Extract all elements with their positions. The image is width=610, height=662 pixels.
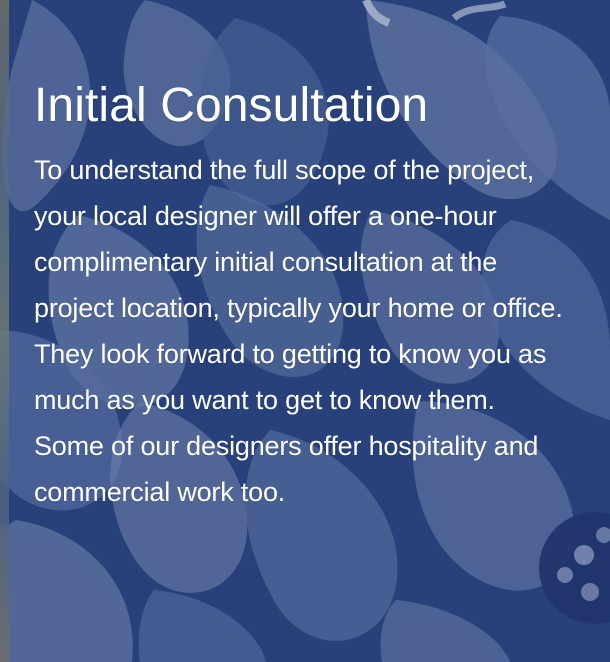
description-line: They look forward to getting to know you… — [34, 339, 547, 369]
description-line: much as you want to get to know them. — [34, 385, 495, 415]
section-description: To understand the full scope of the proj… — [34, 147, 594, 515]
description-line: commercial work too. — [34, 477, 286, 507]
section-title: Initial Consultation — [34, 79, 429, 132]
description-line: project location, typically your home or… — [34, 293, 563, 323]
consultation-content: Initial Consultation To understand the f… — [34, 78, 594, 515]
description-line: Some of our designers offer hospitality … — [34, 431, 539, 461]
left-image-edge — [0, 0, 9, 662]
description-line: your local designer will offer a one-hou… — [34, 201, 497, 231]
description-line: complimentary initial consultation at th… — [34, 247, 498, 277]
consultation-panel: Initial Consultation To understand the f… — [0, 0, 610, 662]
description-line: To understand the full scope of the proj… — [34, 155, 535, 185]
